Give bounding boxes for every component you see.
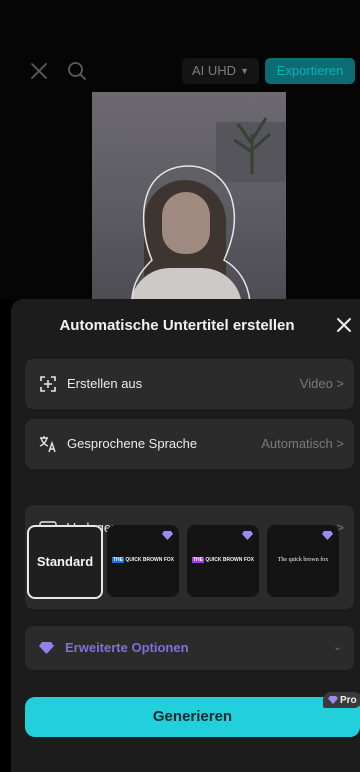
template-tiles: Standard THE QUICK BROWN FOX THE QUICK B… [27, 525, 354, 599]
pro-label: Pro [340, 694, 357, 706]
template-blue-highlight[interactable]: THE QUICK BROWN FOX [107, 525, 179, 597]
diamond-icon [242, 531, 253, 540]
create-from-row[interactable]: Erstellen aus Video > [25, 359, 354, 409]
quality-label: AI UHD [192, 63, 237, 78]
diamond-icon [322, 531, 333, 540]
spoken-language-label: Gesprochene Sprache [67, 436, 198, 451]
diamond-icon [39, 642, 54, 654]
translate-icon [39, 436, 56, 453]
sample-highlight: THE [192, 557, 204, 563]
spoken-language-row[interactable]: Gesprochene Sprache Automatisch > [25, 419, 354, 469]
advanced-options-row[interactable]: Erweiterte Optionen ⌄ [25, 626, 354, 670]
export-button[interactable]: Exportieren [265, 58, 355, 84]
template-sample: The quick brown fox [277, 557, 329, 563]
sample-text: QUICK BROWN FOX [204, 557, 254, 563]
template-sample: THE QUICK BROWN FOX [187, 557, 259, 563]
sample-text: QUICK BROWN FOX [124, 557, 174, 563]
search-icon[interactable] [66, 60, 88, 82]
spoken-language-value: Automatisch > [261, 436, 344, 451]
video-preview[interactable] [92, 92, 286, 302]
top-bar: AI UHD ▼ Exportieren [0, 56, 360, 86]
cutout-outline [131, 165, 251, 302]
advanced-options-label: Erweiterte Optionen [65, 640, 189, 655]
close-icon[interactable] [336, 317, 352, 333]
template-sample: THE QUICK BROWN FOX [107, 557, 179, 563]
template-purple-highlight[interactable]: THE QUICK BROWN FOX [187, 525, 259, 597]
close-icon[interactable] [28, 60, 50, 82]
focus-frame-icon [40, 376, 56, 392]
sheet-title: Automatische Untertitel erstellen [59, 317, 295, 334]
generate-button[interactable]: Generieren [25, 697, 360, 737]
template-serif[interactable]: The quick brown fox [267, 525, 339, 597]
pro-badge: Pro [323, 692, 360, 708]
subtitle-sheet: Automatische Untertitel erstellen Erstel… [11, 299, 360, 772]
chevron-down-icon: ⌄ [332, 641, 342, 653]
create-from-value: Video > [299, 376, 344, 391]
caret-down-icon: ▼ [240, 66, 249, 76]
quality-dropdown[interactable]: AI UHD ▼ [182, 58, 259, 84]
diamond-icon [162, 531, 173, 540]
template-standard[interactable]: Standard [27, 525, 103, 599]
create-from-label: Erstellen aus [67, 376, 143, 391]
sample-highlight: THE [112, 557, 124, 563]
diamond-icon [328, 696, 338, 704]
